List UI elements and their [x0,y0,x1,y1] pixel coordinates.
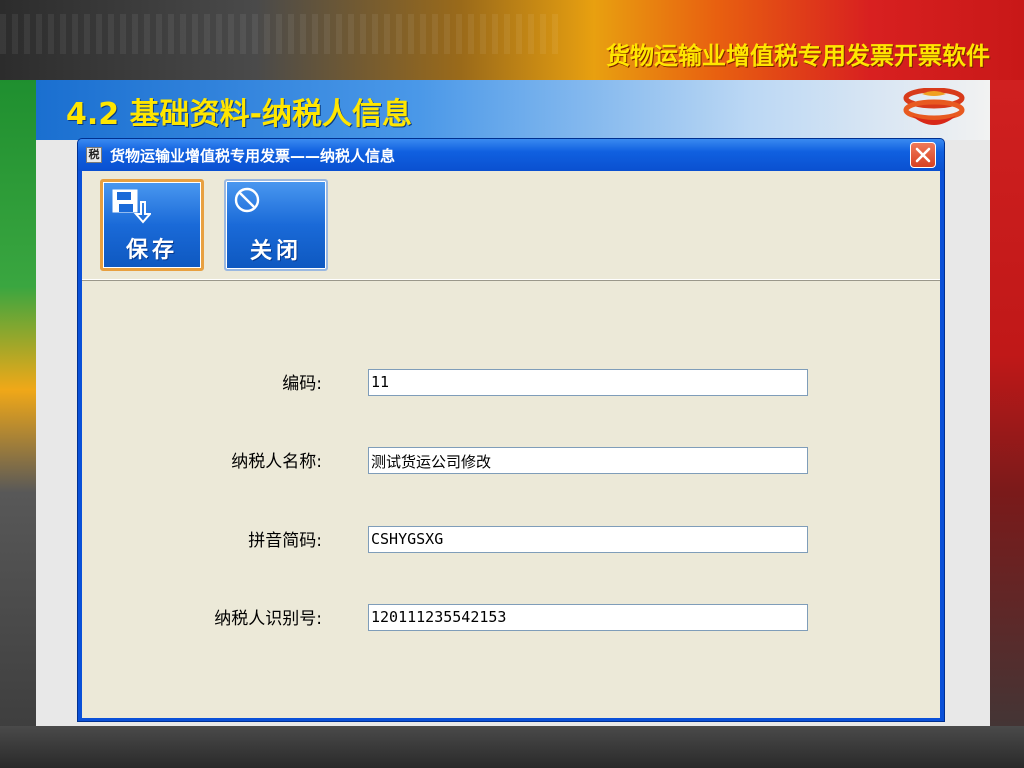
save-button-label: 保存 [125,238,178,263]
pinyin-code-input[interactable]: CSHYGSXG [368,526,808,553]
slide-header-title: 货物运输业增值税专用发票开票软件 [606,42,990,70]
taxpayer-id-input[interactable]: 120111235542153 [368,604,808,631]
no-entry-icon [234,187,266,223]
taxpayer-form: 编码: 11 纳税人名称: 测试货运公司修改 拼音简码: CSHYGSXG 纳税… [82,281,940,718]
toolbar: 保存 关闭 [82,171,940,281]
floppy-save-icon [111,188,153,232]
close-icon [915,147,931,163]
save-button[interactable]: 保存 [100,179,204,271]
taxpayer-name-input[interactable]: 测试货运公司修改 [368,447,808,474]
slide-right-band [990,80,1024,768]
window-close-button[interactable] [910,142,936,168]
slide-left-band [0,80,36,768]
slide-bottom-band [0,726,1024,768]
code-label: 编码: [282,374,322,394]
taxpayer-id-label: 纳税人识别号: [214,609,322,629]
section-title: 4.2 基础资料-纳税人信息 [66,97,413,132]
company-logo-icon [900,87,968,132]
code-input[interactable]: 11 [368,369,808,396]
taxpayer-name-label: 纳税人名称: [231,452,322,472]
window-client-area: 保存 关闭 编码: 11 纳税人名称: 测试货运公司修改 拼音简码: CSHYG… [82,171,940,718]
close-button-label: 关闭 [249,239,302,264]
toolbar-divider [82,279,940,280]
decorative-stripes [0,14,560,54]
close-button[interactable]: 关闭 [224,179,328,271]
window-bottom-border [78,718,944,721]
pinyin-code-label: 拼音简码: [248,531,322,551]
window-title: 货物运输业增值税专用发票——纳税人信息 [110,147,396,165]
window-titlebar[interactable]: 税 货物运输业增值税专用发票——纳税人信息 [78,139,944,171]
app-icon: 税 [86,147,102,163]
taxpayer-info-window: 税 货物运输业增值税专用发票——纳税人信息 保存 关闭 编码: 11 纳税人名称… [78,139,944,721]
